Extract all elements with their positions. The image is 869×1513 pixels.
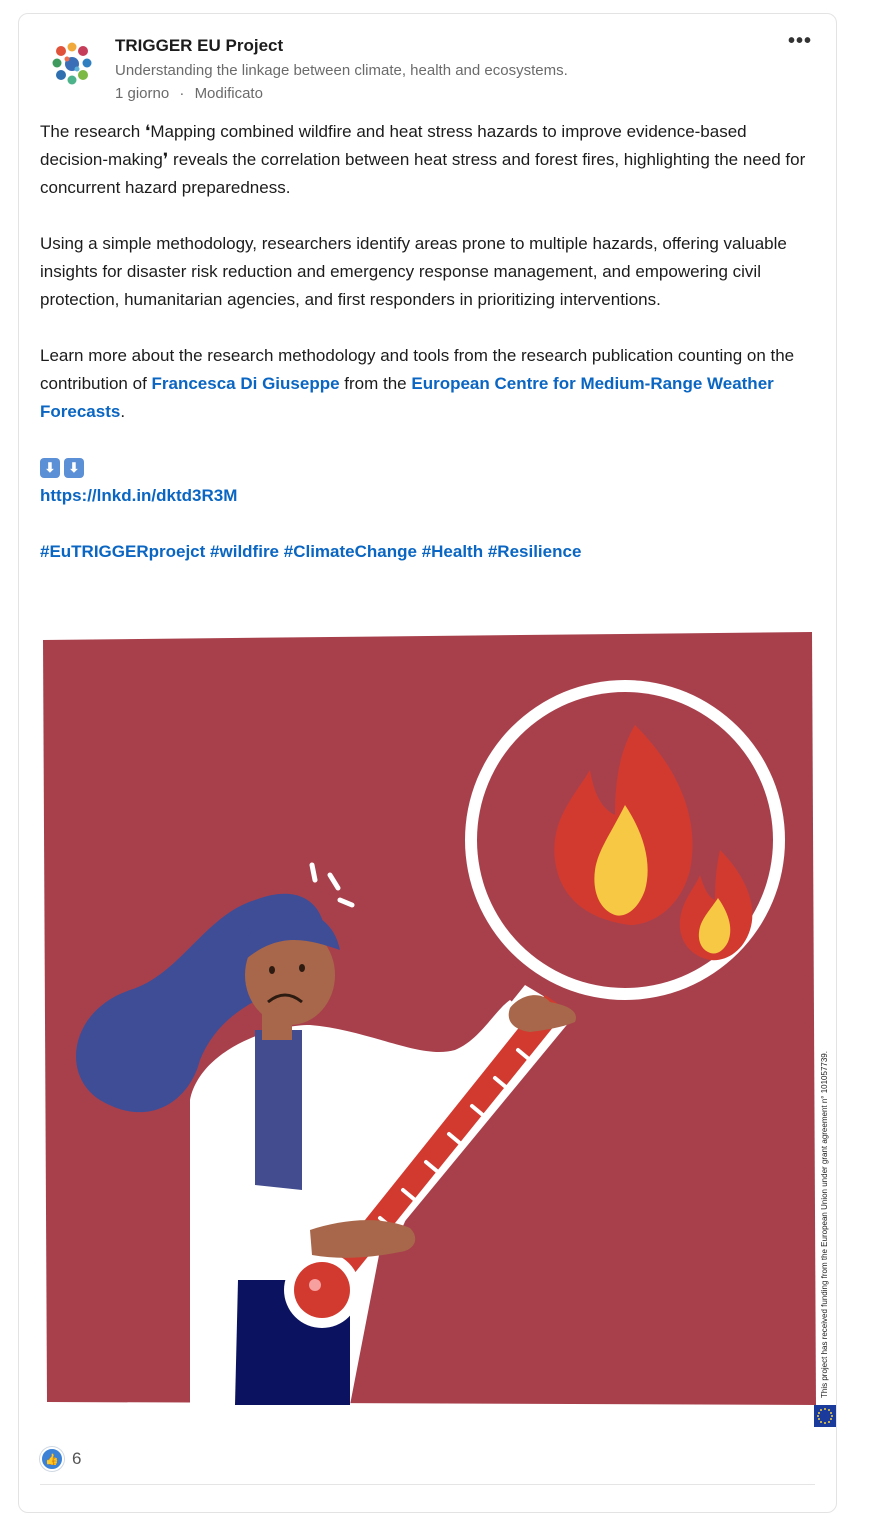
- publication-link[interactable]: https://lnkd.in/dktd3R3M: [40, 486, 237, 505]
- post-illustration[interactable]: [40, 630, 840, 1410]
- thumbs-up-icon: 👍: [40, 1447, 64, 1471]
- author-tagline: Understanding the linkage between climat…: [115, 62, 568, 79]
- more-options-button[interactable]: •••: [788, 30, 812, 53]
- meta-separator: ·: [179, 85, 185, 102]
- paragraph-3-text-mid: from the: [339, 374, 412, 393]
- post-time: 1 giorno: [115, 85, 170, 102]
- mention-francesca-di-giuseppe[interactable]: Francesca Di Giuseppe: [152, 374, 340, 393]
- edited-label: Modificato: [194, 85, 263, 102]
- scientist-scarf: [255, 1030, 302, 1190]
- post-body: The research ❛Mapping combined wildfire …: [40, 118, 810, 566]
- post-paragraph-3: Learn more about the research methodolog…: [40, 342, 810, 426]
- down-arrow-icon: ⬇: [40, 458, 60, 478]
- footer-divider: [40, 1484, 815, 1485]
- post-meta: 1 giorno · Modificato: [115, 85, 263, 102]
- down-arrow-icon: ⬇: [64, 458, 84, 478]
- thermometer-bulb: [294, 1262, 350, 1318]
- reaction-count: 6: [72, 1449, 82, 1468]
- paragraph-3-text-end: .: [120, 402, 126, 421]
- bulb-highlight: [309, 1279, 321, 1291]
- funding-credit: This project has received funding from t…: [820, 1051, 829, 1398]
- eye-right: [299, 964, 305, 972]
- arrow-emojis: ⬇ ⬇: [40, 454, 810, 482]
- reactions-bar[interactable]: 👍 6: [40, 1447, 81, 1471]
- company-logo-avatar[interactable]: [45, 37, 99, 91]
- hashtags: #EuTRIGGERproejct #wildfire #ClimateChan…: [40, 538, 810, 566]
- eu-flag-icon: [814, 1405, 836, 1427]
- hashtag-eutrigger[interactable]: #EuTRIGGERproejct: [40, 542, 205, 561]
- post-paragraph-1: The research ❛Mapping combined wildfire …: [40, 122, 806, 197]
- hashtag-resilience[interactable]: #Resilience: [488, 542, 582, 561]
- hashtag-wildfire[interactable]: #wildfire: [210, 542, 279, 561]
- eye-left: [269, 966, 275, 974]
- hashtag-climatechange[interactable]: #ClimateChange: [284, 542, 417, 561]
- hashtag-health[interactable]: #Health: [422, 542, 483, 561]
- author-name[interactable]: TRIGGER EU Project: [115, 36, 283, 56]
- post-paragraph-2: Using a simple methodology, researchers …: [40, 234, 787, 309]
- funding-credit-text: This project has received funding from t…: [820, 1051, 829, 1398]
